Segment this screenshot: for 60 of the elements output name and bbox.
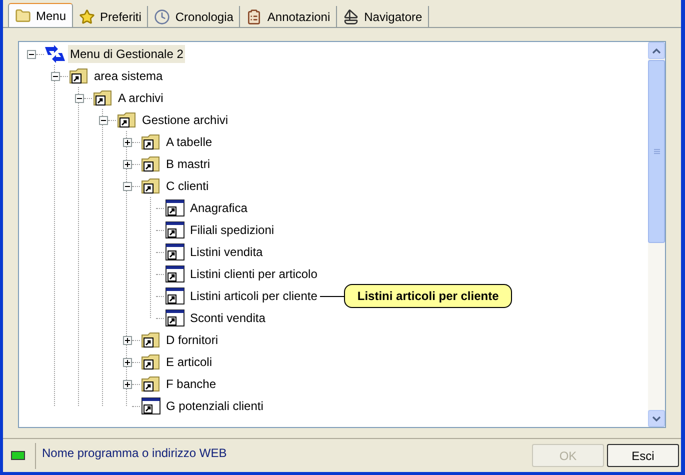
scroll-down-button[interactable] xyxy=(648,410,665,427)
folder-shortcut-icon xyxy=(93,90,113,106)
tree-item[interactable]: area sistema xyxy=(92,67,165,85)
expand-toggle[interactable] xyxy=(122,380,132,388)
tree-item[interactable]: Anagrafica xyxy=(188,199,250,217)
caret-down-icon xyxy=(652,416,661,422)
tree-item[interactable]: E articoli xyxy=(164,353,214,371)
folder-shortcut-icon xyxy=(69,68,89,84)
expand-toggle[interactable] xyxy=(122,138,132,146)
tree-item[interactable]: Listini vendita xyxy=(188,243,265,261)
expand-toggle[interactable] xyxy=(122,336,132,344)
expand-toggle[interactable] xyxy=(122,160,132,168)
clipboard-icon xyxy=(246,8,262,24)
program-shortcut-icon xyxy=(165,243,185,261)
tree-item[interactable]: D fornitori xyxy=(164,331,220,349)
collapse-toggle[interactable] xyxy=(98,116,108,124)
folder-shortcut-icon xyxy=(141,134,161,150)
tree-item[interactable]: C clienti xyxy=(164,177,211,195)
tree-item[interactable]: A tabelle xyxy=(164,133,214,151)
folder-shortcut-icon xyxy=(141,376,161,392)
collapse-toggle[interactable] xyxy=(26,50,36,58)
tree-item[interactable]: B mastri xyxy=(164,155,212,173)
collapse-toggle[interactable] xyxy=(122,182,132,190)
tree-item[interactable]: Menu di Gestionale 2 xyxy=(68,45,186,63)
tree-item[interactable]: G potenziali clienti xyxy=(164,397,266,415)
folder-icon xyxy=(15,8,31,24)
tooltip: Listini articoli per cliente xyxy=(344,284,512,308)
tab[interactable]: Menu xyxy=(8,3,74,27)
scroll-thumb[interactable] xyxy=(648,60,665,243)
tree-item[interactable]: Sconti vendita xyxy=(188,309,268,327)
folder-shortcut-icon xyxy=(141,156,161,172)
arrows-icon xyxy=(44,45,66,63)
sailboat-icon xyxy=(343,8,360,24)
dialog-button[interactable]: Esci xyxy=(607,444,679,467)
tree-item[interactable]: A archivi xyxy=(116,89,166,107)
caret-up-icon xyxy=(652,48,661,54)
tree-item[interactable]: Gestione archivi xyxy=(140,111,230,129)
tree-item[interactable]: Filiali spedizioni xyxy=(188,221,276,239)
collapse-toggle[interactable] xyxy=(74,94,84,102)
expand-toggle[interactable] xyxy=(122,358,132,366)
program-shortcut-icon xyxy=(165,221,185,239)
program-shortcut-icon xyxy=(165,309,185,327)
tree-item[interactable]: F banche xyxy=(164,375,218,393)
collapse-toggle[interactable] xyxy=(50,72,60,80)
status-light-icon xyxy=(11,451,25,460)
folder-shortcut-icon xyxy=(141,332,161,348)
program-shortcut-icon xyxy=(165,265,185,283)
folder-shortcut-icon xyxy=(141,354,161,370)
program-shortcut-icon xyxy=(165,287,185,305)
scroll-up-button[interactable] xyxy=(648,42,665,59)
program-shortcut-icon xyxy=(141,397,161,415)
star-icon xyxy=(79,8,96,24)
tree-item[interactable]: Listini articoli per cliente xyxy=(188,287,320,305)
folder-shortcut-icon xyxy=(117,112,137,128)
scrollbar[interactable] xyxy=(648,42,665,427)
tree-item[interactable]: Listini clienti per articolo xyxy=(188,265,320,283)
program-shortcut-icon xyxy=(165,199,185,217)
status-text: Nome programma o indirizzo WEB xyxy=(42,445,228,462)
clock-icon xyxy=(154,8,170,24)
folder-shortcut-icon xyxy=(141,178,161,194)
